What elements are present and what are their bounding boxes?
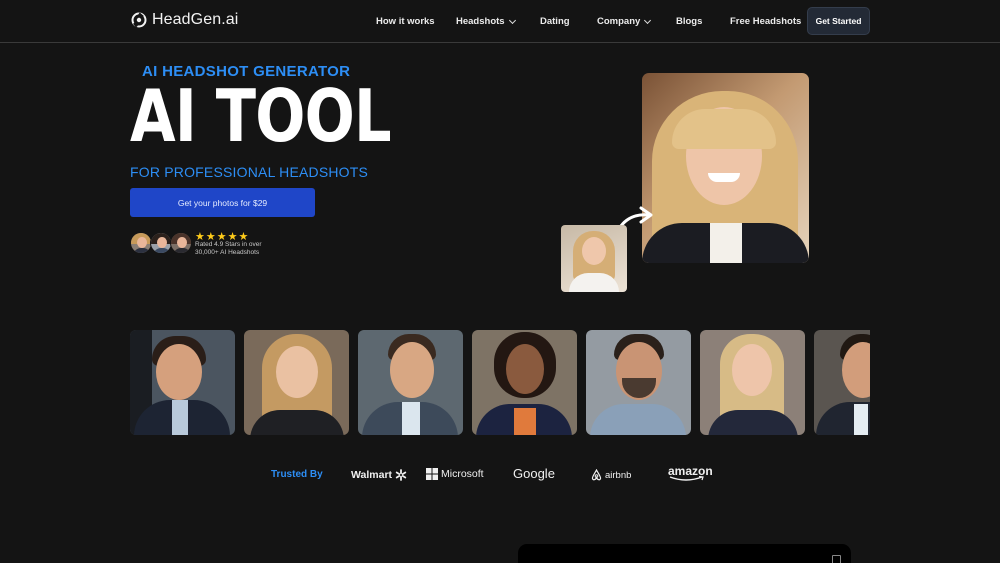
gallery-headshot[interactable]: [358, 330, 463, 435]
rating-text: Rated 4.9 Stars in over: [195, 241, 262, 248]
nav-item-label: Free Headshots: [730, 16, 802, 27]
logo[interactable]: HeadGen.ai: [130, 11, 238, 29]
external-link-icon[interactable]: [832, 555, 841, 563]
nav-item-label: Blogs: [676, 16, 703, 27]
logo-text: HeadGen.ai: [152, 11, 239, 28]
avatar: [130, 232, 152, 254]
gallery-headshot[interactable]: [814, 330, 870, 435]
avatar: [150, 232, 172, 254]
google-logo: Google: [513, 466, 555, 481]
gallery-headshot[interactable]: [700, 330, 805, 435]
headshot-gallery: [130, 330, 870, 435]
nav-item-label: How it works: [376, 16, 435, 27]
amazon-logo: amazon: [668, 464, 713, 482]
airbnb-logo: airbnb: [591, 469, 631, 481]
gallery-headshot[interactable]: [244, 330, 349, 435]
chevron-down-icon: [508, 16, 516, 24]
chevron-down-icon: [644, 16, 652, 24]
walmart-logo: Walmart: [351, 469, 407, 481]
airbnb-icon: [591, 469, 602, 481]
gallery-headshot[interactable]: [130, 330, 235, 435]
brand-name: airbnb: [605, 469, 632, 481]
microsoft-grid-icon: [426, 468, 438, 480]
nav-item-label: Dating: [540, 16, 570, 27]
video-panel: [518, 544, 851, 563]
nav-item-label: Headshots: [456, 16, 505, 27]
nav-item-dating[interactable]: Dating: [540, 16, 570, 27]
microsoft-logo: Microsoft: [426, 468, 484, 480]
customer-avatars: [130, 232, 192, 256]
nav-item-blogs[interactable]: Blogs: [676, 16, 702, 27]
gallery-headshot[interactable]: [472, 330, 577, 435]
get-started-button[interactable]: Get Started: [807, 7, 870, 35]
top-nav: HeadGen.ai How it works Headshots Dating…: [0, 0, 1000, 43]
walmart-spark-icon: [395, 469, 407, 481]
brand-name: Microsoft: [441, 468, 484, 480]
nav-item-headshots[interactable]: Headshots: [456, 16, 516, 27]
nav-item-company[interactable]: Company: [597, 16, 652, 27]
brand-name: Google: [513, 466, 555, 481]
source-selfie-image: [561, 225, 627, 292]
hero-subtitle: FOR PROFESSIONAL HEADSHOTS: [130, 164, 369, 180]
nav-item-label: Company: [597, 16, 641, 27]
nav-item-how-it-works[interactable]: How it works: [376, 16, 435, 27]
logo-icon: [131, 12, 147, 28]
amazon-smile-icon: [669, 476, 704, 481]
brand-name: Walmart: [351, 469, 393, 481]
nav-item-free-headshots[interactable]: Free Headshots: [730, 16, 801, 27]
trusted-by-label: Trusted By: [271, 469, 323, 480]
get-photos-button[interactable]: Get your photos for $29: [130, 188, 315, 217]
avatar: [170, 232, 192, 254]
generated-headshot-image: [642, 73, 809, 263]
rating-count-text: 30,000+ AI Headshots: [195, 249, 260, 256]
hero-title: AI TOOL: [130, 74, 392, 158]
gallery-headshot[interactable]: [586, 330, 691, 435]
